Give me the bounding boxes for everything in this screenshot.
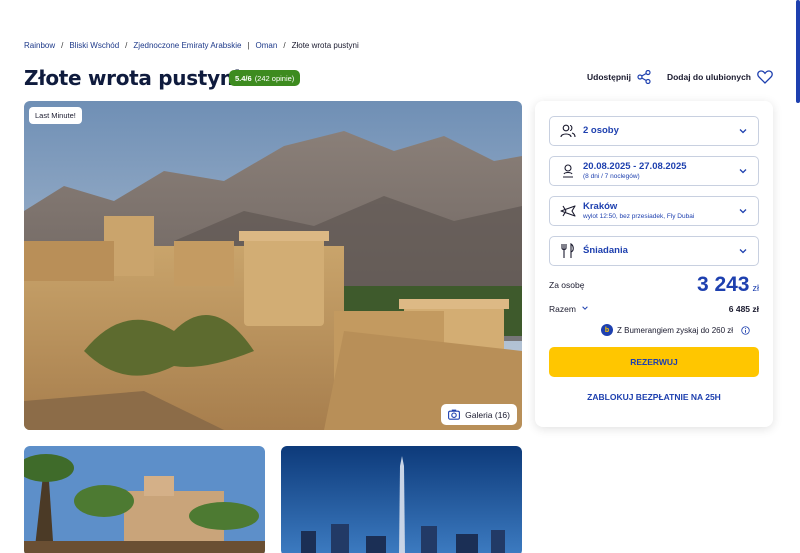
camera-icon [448,409,461,420]
total-row: Razem 6 485 zł [549,304,759,314]
board-value: Śniadania [583,244,628,256]
breadcrumb-link-oman[interactable]: Oman [256,41,278,50]
last-minute-badge: Last Minute! [29,107,82,124]
thumbnail-photo-2[interactable] [281,446,522,553]
total-toggle[interactable]: Razem [549,304,589,314]
price-amount: 3 243 [696,273,750,296]
people-icon [560,124,576,138]
favorite-label: Dodaj do ulubionych [666,72,751,82]
persons-value: 2 osoby [583,124,619,136]
favorite-button[interactable]: Dodaj do ulubionych [667,70,773,84]
breadcrumb-current: Złote wrota pustyni [291,41,359,50]
heart-icon [757,70,773,84]
share-button[interactable]: Udostępnij [587,70,651,84]
board-select[interactable]: Śniadania [549,236,759,266]
reserve-button[interactable]: REZERWUJ [549,347,759,377]
rating-count: (242 opinie) [254,73,295,83]
persons-select[interactable]: 2 osoby [549,116,759,146]
per-person-row: Za osobę 3 243 zł [549,273,759,297]
breadcrumb-separator: / [283,41,286,50]
booking-panel: 2 osoby 20.08.2025 - 27.08.2025 (8 dni /… [535,101,773,427]
breadcrumb: Rainbow / Bliski Wschód / Zjednoczone Em… [24,41,359,50]
calendar-person-icon [563,164,573,178]
header-actions: Udostępnij Dodaj do ulubionych [587,70,773,84]
lock-free-link[interactable]: ZABLOKUJ BEZPŁATNIE NA 25H [549,389,759,405]
hero-image[interactable]: Last Minute! Galeria (16) [24,101,522,430]
plane-icon [560,205,576,217]
bumerang-text: Z Bumerangiem zyskaj do 260 zł [617,325,734,335]
chevron-down-icon [739,209,747,214]
fort-photo [24,101,522,430]
breadcrumb-link-middle-east[interactable]: Bliski Wschód [69,41,119,50]
page-scrollbar[interactable] [796,0,800,103]
breadcrumb-link-rainbow[interactable]: Rainbow [24,41,55,50]
breadcrumb-link-uae[interactable]: Zjednoczone Emiraty Arabskie [133,41,241,50]
breadcrumb-separator: / [125,41,128,50]
gallery-button[interactable]: Galeria (16) [441,404,517,425]
bumerang-info: b Z Bumerangiem zyskaj do 260 zł [601,324,750,336]
page-title: Złote wrota pustyni [24,66,241,90]
per-person-price: 3 243 zł [697,273,759,297]
dates-subtext: (8 dni / 7 noclegów) [583,172,640,180]
price-currency: zł [752,283,760,293]
gallery-label: Galeria (16) [465,409,510,420]
dates-value: 20.08.2025 - 27.08.2025 [583,161,687,173]
chevron-down-icon [739,249,747,254]
chevron-down-icon [582,306,589,310]
share-label: Udostępnij [587,72,631,82]
share-icon [637,70,651,84]
rating-badge[interactable]: 5.4/6 (242 opinie) [229,70,301,86]
breadcrumb-separator: | [247,41,250,50]
total-value: 6 485 zł [728,304,759,314]
chevron-down-icon [739,169,747,174]
rating-score: 5.4/6 [235,73,252,83]
per-person-label: Za osobę [549,280,585,290]
dates-select[interactable]: 20.08.2025 - 27.08.2025 (8 dni / 7 nocle… [549,156,759,186]
cutlery-icon [561,243,574,258]
breadcrumb-separator: / [61,41,64,50]
palm-photo [24,446,265,553]
dubai-skyline-photo [281,446,522,553]
departure-value: Kraków [583,201,618,213]
departure-subtext: wylot 12:50, bez przesiadek, Fly Dubai [583,212,695,220]
total-label: Razem [549,304,576,314]
chevron-down-icon [739,129,747,134]
bumerang-icon: b [601,324,613,336]
departure-select[interactable]: Kraków wylot 12:50, bez przesiadek, Fly … [549,196,759,226]
info-icon[interactable] [741,325,750,335]
thumbnail-photo-1[interactable] [24,446,265,553]
